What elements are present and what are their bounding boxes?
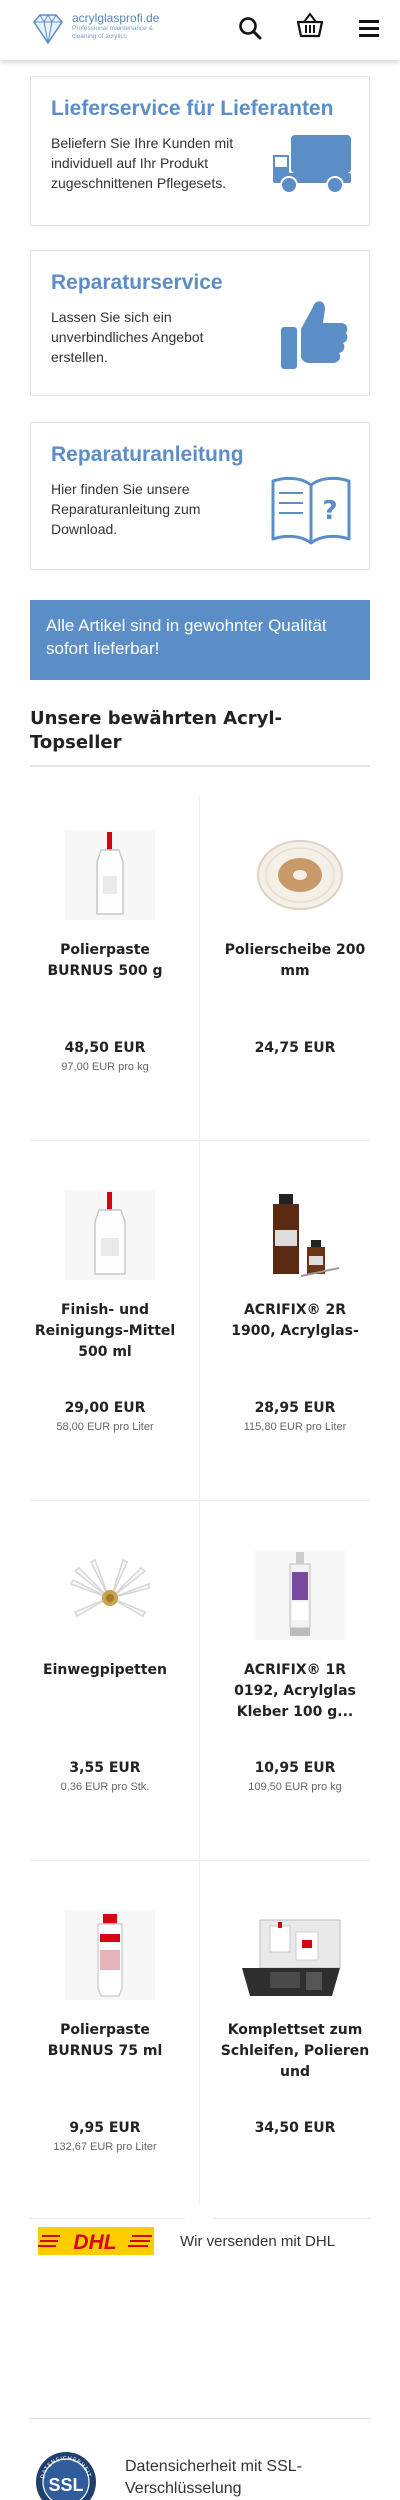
ssl-badge-icon: DATENSICHERHEIT SSL bbox=[36, 2452, 96, 2500]
product-name[interactable]: Einwegpipetten bbox=[30, 1660, 180, 1681]
logo-diamond-icon[interactable] bbox=[30, 12, 66, 46]
product-unit-price: 0,36 EUR pro Stk. bbox=[60, 1781, 150, 1793]
paste-tube-icon bbox=[65, 1910, 155, 2000]
product-card[interactable]: Polierpaste BURNUS 500 g 48,50 EUR 97,00… bbox=[20, 800, 190, 1160]
divider bbox=[30, 765, 370, 767]
manual-book-icon: ? bbox=[271, 476, 351, 545]
product-card[interactable]: Polierpaste BURNUS 75 ml 9,95 EUR 132,67… bbox=[20, 1880, 190, 2240]
product-name[interactable]: ACRIFIX® 1R 0192, Acrylglas Kleber 100 g… bbox=[220, 1660, 370, 1723]
polishing-disc-icon bbox=[257, 840, 343, 910]
paste-bottle-icon bbox=[65, 830, 155, 920]
product-unit-price: 97,00 EUR pro kg bbox=[61, 1061, 149, 1073]
footer-divider bbox=[30, 2418, 370, 2419]
product-name[interactable]: Finish- und Reinigungs-Mittel 500 ml bbox=[30, 1300, 180, 1363]
promo-title: Reparaturservice bbox=[51, 271, 223, 294]
shipping-text: Wir versenden mit DHL bbox=[180, 2233, 336, 2250]
promo-card-repair-service[interactable]: Reparaturservice Lassen Sie sich ein unv… bbox=[30, 250, 370, 396]
product-price: 34,50 EUR bbox=[254, 2120, 336, 2136]
security-text: Datensicherheit mit SSL-Verschlüsselung bbox=[125, 2458, 302, 2497]
product-card[interactable]: Komplettset zum Schleifen, Polieren und … bbox=[210, 1880, 380, 2240]
menu-icon[interactable] bbox=[356, 14, 384, 42]
product-card[interactable]: Polierscheibe 200 mm 24,75 EUR bbox=[210, 800, 380, 1160]
product-price: 9,95 EUR bbox=[69, 2120, 141, 2136]
product-price: 3,55 EUR bbox=[69, 1760, 141, 1776]
product-unit-price: 115,80 EUR pro Liter bbox=[243, 1421, 347, 1433]
product-price: 24,75 EUR bbox=[254, 1040, 336, 1056]
kit-box-icon bbox=[242, 1919, 341, 1996]
product-name[interactable]: Komplettset zum Schleifen, Polieren und bbox=[220, 2020, 370, 2083]
product-card[interactable]: ACRIFIX® 2R 1900, Acrylglas- 28,95 EUR 1… bbox=[210, 1160, 380, 1520]
site-header: acrylglasprofi.de Professional maintenan… bbox=[0, 0, 400, 60]
product-name[interactable]: ACRIFIX® 2R 1900, Acrylglas- bbox=[220, 1300, 370, 1342]
promo-title: Reparaturanleitung bbox=[51, 443, 244, 466]
promo-card-delivery[interactable]: Lieferservice für Lieferanten Beliefern … bbox=[30, 76, 370, 226]
truck-icon bbox=[273, 135, 351, 194]
ssl-badge-text: SSL bbox=[48, 2475, 83, 2495]
product-card[interactable]: ACRIFIX® 1R 0192, Acrylglas Kleber 100 g… bbox=[210, 1520, 380, 1880]
product-price: 48,50 EUR bbox=[64, 1040, 146, 1056]
cleaner-bottle-icon bbox=[65, 1190, 155, 1280]
logo-name[interactable]: acrylglasprofi.de bbox=[72, 11, 159, 25]
basket-icon[interactable] bbox=[295, 10, 325, 40]
product-price: 28,95 EUR bbox=[254, 1400, 336, 1416]
product-card[interactable]: Einwegpipetten 3,55 EUR 0,36 EUR pro Stk… bbox=[20, 1520, 190, 1880]
dhl-logo-icon: DHL bbox=[38, 2227, 154, 2255]
dhl-logo-text: DHL bbox=[73, 2231, 116, 2254]
amber-bottles-icon bbox=[273, 1194, 340, 1277]
product-name[interactable]: Polierpaste BURNUS 75 ml bbox=[30, 2020, 180, 2062]
product-name[interactable]: Polierscheibe 200 mm bbox=[220, 940, 370, 982]
product-unit-price: 58,00 EUR pro Liter bbox=[56, 1421, 154, 1433]
logo-tagline: Professional maintenance & cleaning of a… bbox=[72, 25, 153, 40]
pipettes-icon bbox=[69, 1558, 150, 1618]
promo-text: Hier finden Sie unsere Reparaturanleitun… bbox=[51, 481, 201, 537]
product-price: 29,00 EUR bbox=[64, 1400, 146, 1416]
thumbs-up-icon bbox=[281, 301, 348, 369]
section-title: Unsere bewährten Acryl-Topseller bbox=[30, 708, 283, 753]
promo-text: Lassen Sie sich ein unverbindliches Ange… bbox=[51, 309, 204, 365]
promo-title: Lieferservice für Lieferanten bbox=[51, 97, 334, 120]
search-icon[interactable] bbox=[236, 14, 264, 42]
svg-text:?: ? bbox=[322, 496, 337, 526]
product-unit-price: 109,50 EUR pro kg bbox=[248, 1781, 342, 1793]
availability-banner: Alle Artikel sind in gewohnter Qualität … bbox=[30, 600, 370, 680]
product-unit-price: 132,67 EUR pro Liter bbox=[53, 2141, 157, 2153]
dhl-logo: DHL bbox=[38, 2227, 154, 2255]
product-name[interactable]: Polierpaste BURNUS 500 g bbox=[30, 940, 180, 982]
product-price: 10,95 EUR bbox=[254, 1760, 336, 1776]
product-card[interactable]: Finish- und Reinigungs-Mittel 500 ml 29,… bbox=[20, 1160, 190, 1520]
promo-text: Beliefern Sie Ihre Kunden mit individuel… bbox=[51, 135, 234, 191]
promo-card-repair-manual[interactable]: Reparaturanleitung Hier finden Sie unser… bbox=[30, 422, 370, 570]
glue-tube-icon bbox=[255, 1550, 345, 1640]
